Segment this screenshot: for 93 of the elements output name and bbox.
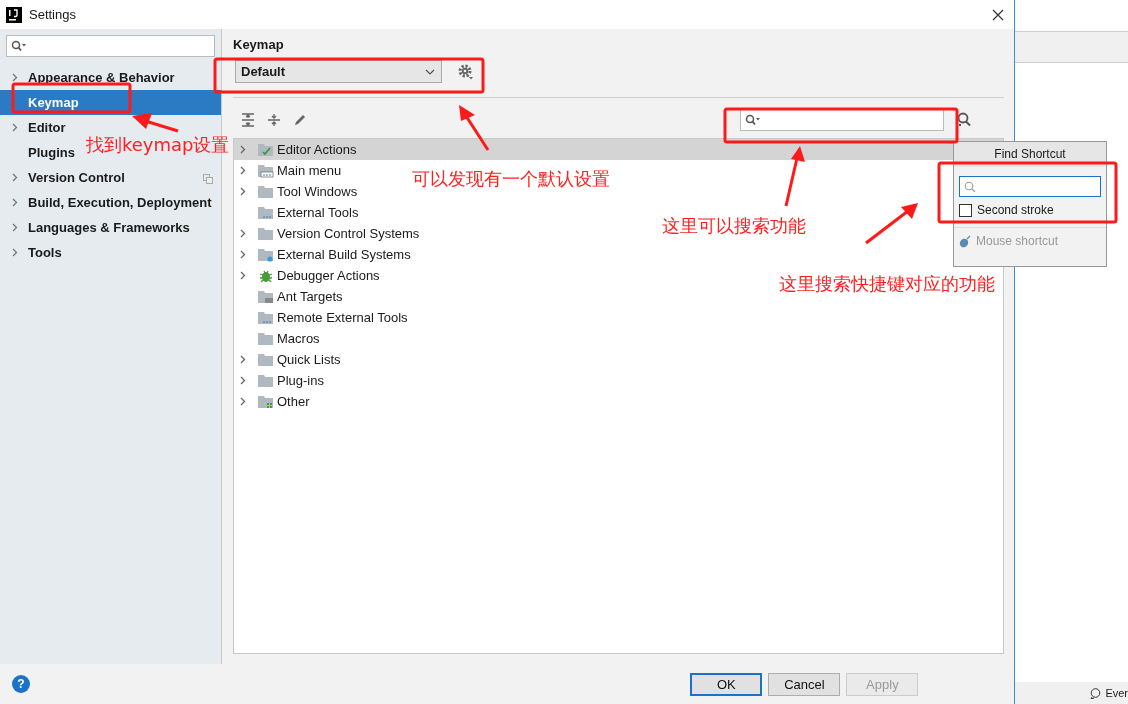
tree-item[interactable]: Remote External Tools: [234, 307, 414, 328]
copy-icon: [203, 174, 213, 184]
folder-badge-icon: [258, 289, 274, 304]
search-field[interactable]: [6, 35, 215, 57]
chevron-right-icon: [240, 355, 246, 364]
tree-item[interactable]: External Build Systems: [234, 244, 417, 265]
tree-item-label: Other: [277, 394, 310, 409]
search-field[interactable]: [740, 109, 945, 131]
collapse-all-icon[interactable]: [267, 113, 281, 127]
folder-badge-icon: [258, 205, 274, 220]
tree-item-label: Remote External Tools: [277, 310, 408, 325]
sidebar-item[interactable]: Version Control: [0, 165, 131, 190]
bug-icon: [258, 268, 274, 283]
chevron-right-icon: [12, 173, 18, 182]
checkbox-label: Second stroke: [977, 203, 1054, 217]
annotation-text: 这里可以搜索功能: [662, 214, 806, 238]
tree-item[interactable]: Version Control Systems: [234, 223, 426, 244]
tree-item[interactable]: Macros: [234, 328, 326, 349]
tree-item-label: Version Control Systems: [277, 226, 420, 241]
annotation-text: 找到keymap设置: [86, 133, 230, 157]
chevron-right-icon: [240, 145, 246, 154]
chevron-right-icon: [240, 229, 246, 238]
folder-badge-icon: [258, 394, 274, 409]
chevron-right-icon: [12, 73, 18, 82]
tree-item-label: External Build Systems: [277, 247, 411, 262]
tree-item-label: Tool Windows: [277, 184, 358, 199]
tree-item[interactable]: Tool Windows: [234, 181, 364, 202]
chevron-right-icon: [240, 166, 246, 175]
section-title: Keymap: [233, 37, 285, 52]
folder-badge-icon: [258, 247, 274, 262]
close-icon[interactable]: [992, 8, 1005, 21]
tree-item-label: Ant Targets: [277, 289, 343, 304]
chevron-right-icon: [240, 376, 246, 385]
sidebar-item[interactable]: Build, Execution, Deployment: [0, 190, 218, 215]
sidebar-item[interactable]: Editor: [0, 115, 72, 140]
tree-item-label: Quick Lists: [277, 352, 341, 367]
arrow: [784, 146, 805, 207]
folder-icon: [258, 331, 274, 346]
tree-item[interactable]: External Tools: [234, 202, 365, 223]
tree-item[interactable]: Quick Lists: [234, 349, 347, 370]
search-icon: [11, 40, 27, 52]
tree-item-label: Debugger Actions: [277, 268, 380, 283]
checkbox[interactable]: [959, 203, 972, 217]
dialog-button[interactable]: OK: [690, 672, 763, 696]
chevron-right-icon: [12, 248, 18, 257]
search-icon: [745, 114, 762, 126]
chevron-right-icon: [240, 271, 246, 280]
chevron-right-icon: [12, 223, 18, 232]
folder-icon: [258, 373, 274, 388]
help-button[interactable]: ?: [12, 675, 30, 693]
tree-item-label: External Tools: [277, 205, 359, 220]
tree-item[interactable]: Ant Targets: [234, 286, 349, 307]
annotation-text: 这里搜索快捷键对应的功能: [779, 272, 996, 296]
folder-check-icon: [258, 142, 274, 157]
chevron-right-icon: [12, 123, 18, 132]
shortcut-field[interactable]: [959, 176, 1101, 197]
folder-icon: [258, 226, 274, 241]
keymap-dropdown[interactable]: Default: [235, 60, 442, 83]
dialog-button[interactable]: Cancel: [768, 672, 841, 696]
tree-item-label: Plug-ins: [277, 373, 324, 388]
sidebar-item[interactable]: Languages & Frameworks: [0, 215, 196, 240]
chevron-right-icon: [12, 198, 18, 207]
chevron-down-icon: [425, 68, 435, 75]
arrow: [865, 203, 918, 245]
folder-icon: [258, 184, 274, 199]
arrow: [132, 113, 179, 133]
folder-badge-icon: [258, 310, 274, 325]
search-icon: [964, 180, 976, 193]
window-title: Settings: [29, 7, 76, 22]
chevron-right-icon: [240, 250, 246, 259]
sidebar-item[interactable]: Appearance & Behavior: [0, 65, 181, 90]
arrow: [459, 105, 490, 151]
tree-item[interactable]: Other: [234, 391, 316, 412]
tree-item[interactable]: Main menu: [234, 160, 348, 181]
tree-item-label: Macros: [277, 331, 320, 346]
app-logo-icon: [6, 6, 22, 23]
mouse-icon: [958, 234, 972, 248]
tree-item-label: Editor Actions: [277, 142, 357, 157]
annotation-text: 可以发现有一个默认设置: [412, 167, 610, 191]
sidebar-item[interactable]: Tools: [0, 240, 68, 265]
folder-badge-icon: [258, 163, 274, 178]
expand-all-icon[interactable]: [241, 113, 255, 127]
tree-item[interactable]: Plug-ins: [234, 370, 330, 391]
chevron-right-icon: [240, 187, 246, 196]
sidebar-item[interactable]: Keymap: [0, 90, 221, 115]
status-text: Ever: [1105, 687, 1128, 699]
tree-item[interactable]: Debugger Actions: [234, 265, 386, 286]
sidebar-item[interactable]: Plugins: [0, 140, 81, 165]
tree-item-label: Main menu: [277, 163, 342, 178]
chevron-right-icon: [240, 397, 246, 406]
settings-icon[interactable]: [458, 63, 474, 80]
pencil-icon[interactable]: [293, 113, 307, 127]
folder-icon: [258, 352, 274, 367]
